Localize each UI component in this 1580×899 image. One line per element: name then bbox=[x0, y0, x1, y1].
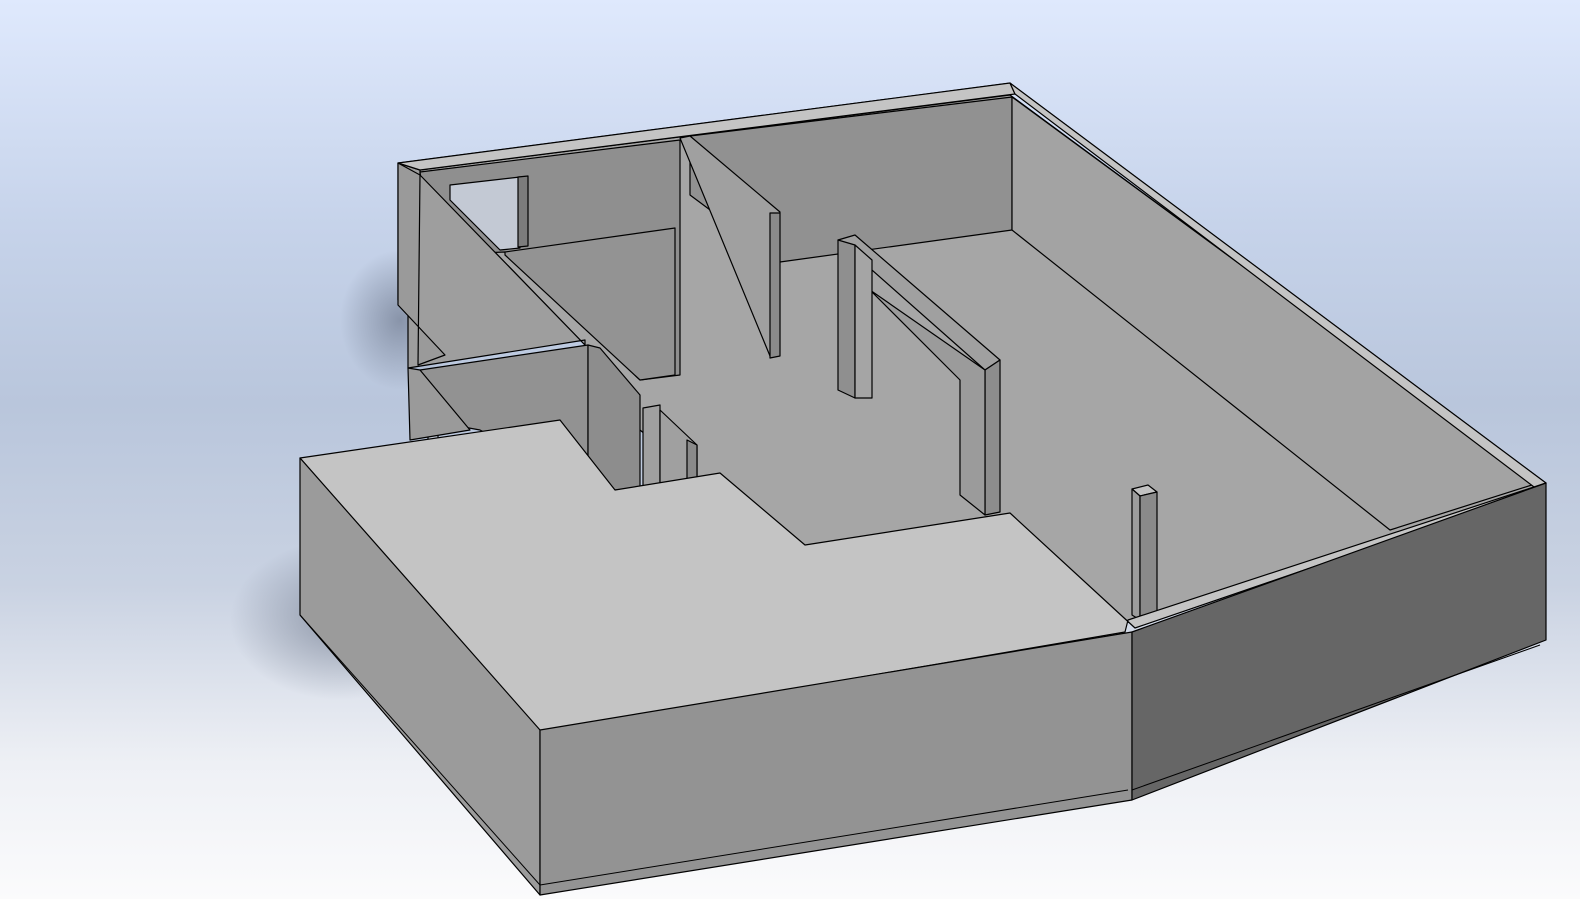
cad-viewport[interactable] bbox=[0, 0, 1580, 899]
floor-plan-model[interactable] bbox=[0, 0, 1580, 899]
east-post-face-left bbox=[1131, 488, 1141, 621]
central-wall-face bbox=[984, 359, 1001, 516]
central-column-left bbox=[837, 239, 856, 399]
partition-north-end bbox=[769, 212, 781, 359]
east-post-face-right bbox=[1139, 491, 1158, 621]
short-wall-a bbox=[642, 404, 661, 491]
central-column-inner bbox=[854, 244, 873, 399]
door-frame-nw bbox=[517, 175, 529, 248]
